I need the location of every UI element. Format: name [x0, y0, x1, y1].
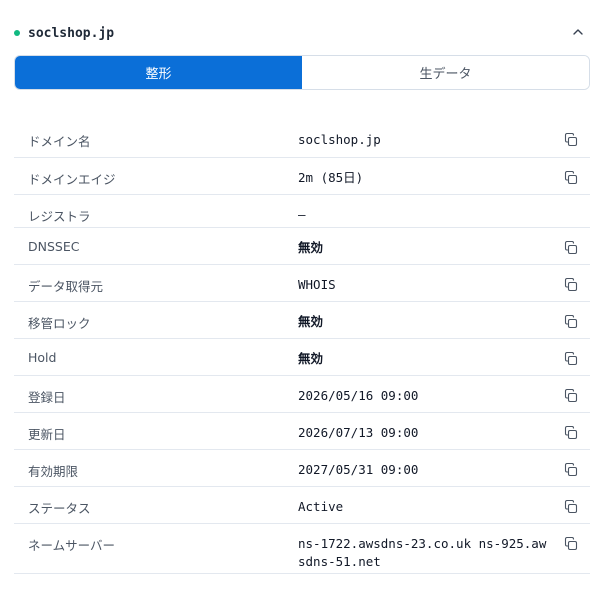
row-label: データ取得元 — [28, 279, 104, 294]
row-value: 無効 — [298, 240, 324, 255]
row-value: 2026/07/13 09:00 — [298, 425, 419, 440]
copy-icon[interactable] — [564, 241, 578, 255]
row-label: ネームサーバー — [28, 538, 116, 553]
row-value: 2026/05/16 09:00 — [298, 388, 419, 403]
row-registered-date: 登録日 2026/05/16 09:00 — [14, 376, 590, 413]
copy-icon[interactable] — [564, 463, 578, 477]
row-nameservers: ネームサーバー ns-1722.awsdns-23.co.uk ns-925.aw… — [14, 524, 590, 574]
row-label: 登録日 — [28, 390, 66, 405]
row-domain-age: ドメインエイジ 2m (85日) — [14, 158, 590, 195]
row-hold: Hold 無効 — [14, 339, 590, 376]
row-label: 更新日 — [28, 427, 66, 442]
row-label: DNSSEC — [28, 239, 80, 254]
copy-icon[interactable] — [564, 278, 578, 292]
row-domain-name: ドメイン名 soclshop.jp — [14, 120, 590, 158]
copy-icon[interactable] — [564, 133, 578, 147]
copy-icon[interactable] — [564, 352, 578, 366]
row-value: 無効 — [298, 351, 324, 366]
copy-icon[interactable] — [564, 537, 578, 551]
row-dnssec: DNSSEC 無効 — [14, 228, 590, 265]
row-label: ステータス — [28, 501, 91, 516]
row-transfer-lock: 移管ロック 無効 — [14, 302, 590, 339]
row-label: 有効期限 — [28, 464, 79, 479]
row-status: ステータス Active — [14, 487, 590, 524]
whois-table: ドメイン名 soclshop.jp ドメインエイジ 2m (85日) レジストラ – DNS… — [14, 120, 590, 574]
tab-raw-data[interactable]: 生データ — [302, 56, 589, 89]
row-label: ドメイン名 — [28, 134, 91, 149]
row-value: 2027/05/31 09:00 — [298, 462, 419, 477]
row-value: ns-1722.awsdns-23.co.uk ns-925.awsdns-51… — [298, 536, 547, 569]
domain-header: soclshop.jp — [14, 22, 586, 44]
chevron-up-icon[interactable] — [570, 24, 586, 40]
row-data-source: データ取得元 WHOIS — [14, 265, 590, 302]
copy-icon[interactable] — [564, 500, 578, 514]
row-value: 2m (85日) — [298, 170, 364, 185]
status-dot — [14, 30, 20, 36]
copy-icon[interactable] — [564, 315, 578, 329]
row-value: 無効 — [298, 314, 324, 329]
copy-icon[interactable] — [564, 389, 578, 403]
row-value: Active — [298, 499, 344, 514]
tab-formatted[interactable]: 整形 — [15, 56, 302, 89]
row-label: Hold — [28, 350, 57, 365]
row-label: 移管ロック — [28, 316, 91, 331]
row-value: WHOIS — [298, 277, 336, 292]
view-tabs: 整形 生データ — [14, 55, 590, 90]
domain-title: soclshop.jp — [28, 25, 115, 41]
row-label: ドメインエイジ — [28, 172, 116, 187]
row-updated-date: 更新日 2026/07/13 09:00 — [14, 413, 590, 450]
row-value: soclshop.jp — [298, 132, 381, 147]
row-value: – — [298, 207, 306, 222]
row-expiry-date: 有効期限 2027/05/31 09:00 — [14, 450, 590, 487]
copy-icon[interactable] — [564, 426, 578, 440]
row-registrar: レジストラ – — [14, 195, 590, 228]
row-label: レジストラ — [28, 209, 91, 224]
copy-icon[interactable] — [564, 171, 578, 185]
